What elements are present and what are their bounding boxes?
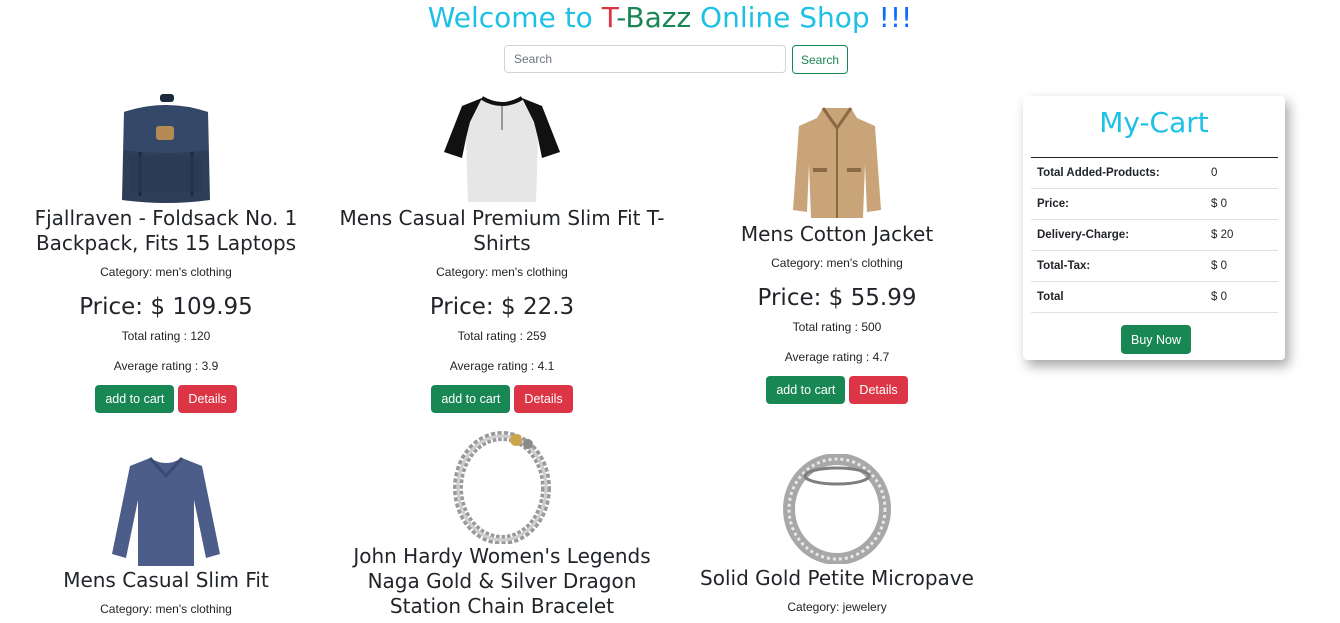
product-name: Solid Gold Petite Micropave — [700, 566, 974, 590]
cart-panel: My-Cart Total Added-Products: 0 Price: $… — [1023, 96, 1285, 360]
product-card: Mens Cotton Jacket Category: men's cloth… — [706, 104, 968, 404]
buy-now-button[interactable]: Buy Now — [1121, 325, 1192, 354]
product-average-rating: Average rating : 4.1 — [449, 359, 555, 373]
cart-summary-table: Total Added-Products: 0 Price: $ 0 Deliv… — [1031, 157, 1278, 313]
product-category: Category: jewelery — [787, 600, 887, 614]
product-price: Price: $ 22.3 — [429, 294, 575, 320]
product-category: Category: men's clothing — [100, 265, 232, 279]
product-card: Solid Gold Petite Micropave Category: je… — [688, 454, 986, 615]
add-to-cart-button[interactable]: add to cart — [95, 385, 175, 413]
product-card: Mens Casual Slim Fit Category: men's clo… — [30, 454, 302, 617]
search-button[interactable]: Search — [792, 45, 849, 74]
ring-image — [783, 454, 891, 564]
product-actions: add to cart Details — [706, 376, 968, 404]
jacket-image — [793, 107, 881, 218]
product-total-rating: Total rating : 500 — [792, 320, 882, 334]
add-to-cart-button[interactable]: add to cart — [431, 385, 511, 413]
details-button[interactable]: Details — [849, 376, 908, 404]
longsleeve-image — [112, 457, 220, 566]
backpack-image — [122, 94, 210, 203]
cart-row-value: 0 — [1205, 157, 1278, 189]
add-to-cart-button[interactable]: add to cart — [766, 376, 846, 404]
product-card: Mens Casual Premium Slim Fit T-Shirts Ca… — [336, 92, 668, 413]
product-name: John Hardy Women's Legends Naga Gold & S… — [353, 544, 651, 618]
cart-row-label: Total — [1031, 281, 1205, 313]
cart-title: My-Cart — [1099, 106, 1209, 139]
search-input[interactable] — [504, 45, 786, 73]
page-title: Welcome to T-Bazz Online Shop !!! — [427, 1, 913, 34]
cart-row-value: $ 0 — [1205, 188, 1278, 220]
cart-row-label: Delivery-Charge: — [1031, 219, 1205, 251]
bracelet-image — [453, 431, 551, 544]
cart-row: Delivery-Charge: $ 20 — [1031, 219, 1278, 251]
product-actions: add to cart Details — [336, 385, 668, 413]
cart-row-label: Price: — [1031, 188, 1205, 220]
product-price: Price: $ 109.95 — [79, 294, 253, 320]
details-button[interactable]: Details — [514, 385, 573, 413]
product-actions: add to cart Details — [30, 385, 302, 413]
product-total-rating: Total rating : 120 — [121, 329, 211, 343]
tshirt-image — [444, 96, 560, 202]
cart-row-value: $ 0 — [1205, 250, 1278, 282]
product-card: Fjallraven - Foldsack No. 1 Backpack, Fi… — [30, 92, 302, 413]
product-category: Category: men's clothing — [100, 602, 232, 616]
cart-row: Price: $ 0 — [1031, 188, 1278, 220]
product-average-rating: Average rating : 4.7 — [784, 350, 890, 364]
product-total-rating: Total rating : 259 — [457, 329, 547, 343]
product-category: Category: men's clothing — [436, 265, 568, 279]
cart-row-label: Total Added-Products: — [1031, 157, 1205, 189]
search-bar: Search — [504, 45, 849, 74]
product-name: Mens Casual Premium Slim Fit T-Shirts — [339, 206, 665, 255]
cart-row: Total $ 0 — [1031, 281, 1278, 313]
product-name: Mens Casual Slim Fit — [63, 568, 269, 592]
product-name: Mens Cotton Jacket — [740, 222, 934, 246]
product-price: Price: $ 55.99 — [757, 285, 917, 311]
product-card: John Hardy Women's Legends Naga Gold & S… — [336, 430, 668, 619]
product-average-rating: Average rating : 3.9 — [113, 359, 219, 373]
product-category: Category: men's clothing — [771, 256, 903, 270]
product-name: Fjallraven - Foldsack No. 1 Backpack, Fi… — [34, 206, 298, 255]
cart-row-value: $ 20 — [1205, 219, 1278, 251]
cart-row-value: $ 0 — [1205, 281, 1278, 313]
cart-row-label: Total-Tax: — [1031, 250, 1205, 282]
details-button[interactable]: Details — [178, 385, 237, 413]
cart-row: Total Added-Products: 0 — [1031, 157, 1278, 189]
cart-row: Total-Tax: $ 0 — [1031, 250, 1278, 282]
